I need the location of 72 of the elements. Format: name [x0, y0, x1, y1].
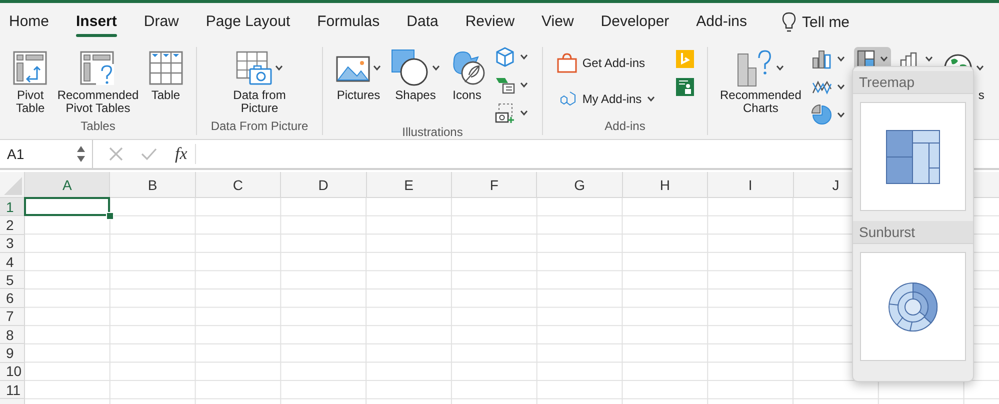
treemap-chart-icon[interactable] [886, 130, 940, 184]
ribbon-button[interactable]: Get Add-ins [553, 47, 659, 79]
bing-icon [676, 50, 694, 68]
recommended-pivot-icon [80, 51, 116, 85]
row-header[interactable]: 1 [0, 198, 24, 216]
ribbon-button[interactable]: Recommended Charts [718, 47, 804, 115]
ribbon-tab[interactable]: Data [406, 6, 438, 38]
column-header[interactable]: C [196, 172, 282, 197]
ribbon-tab[interactable]: Page Layout [206, 6, 290, 38]
row-header[interactable]: 6 [0, 289, 24, 308]
ribbon-tab[interactable]: Home [9, 6, 50, 38]
row-header[interactable]: 2 [0, 216, 24, 235]
smartart-icon [495, 76, 515, 94]
column-header[interactable]: D [281, 172, 367, 197]
column-header[interactable]: I [708, 172, 794, 197]
ribbon-button[interactable]: Pictures [334, 47, 383, 102]
table-camera-icon [236, 51, 272, 85]
group-label: Data From Picture [210, 119, 310, 135]
ribbon-tab[interactable]: Draw [144, 6, 179, 38]
shopping-bag-icon [557, 53, 578, 73]
row-header[interactable]: 8 [0, 326, 24, 344]
row-header[interactable]: 7 [0, 308, 24, 326]
row-header[interactable]: 5 [0, 271, 24, 290]
column-header[interactable]: A [25, 172, 110, 197]
ribbon-tab[interactable]: Developer [600, 6, 670, 38]
ribbon-button[interactable]: Pivot Table [11, 47, 50, 115]
sunburst-chart-icon[interactable] [888, 282, 938, 332]
group-label: Add-ins [604, 119, 646, 135]
ribbon-tab[interactable]: Insert [76, 6, 117, 38]
recommended-charts-icon [737, 48, 774, 88]
line-chart-icon [812, 78, 832, 96]
treemap-icon [857, 50, 876, 68]
tell-me-search[interactable]: Tell me [802, 14, 850, 30]
fill-handle[interactable] [106, 212, 114, 220]
column-header[interactable]: H [622, 172, 708, 197]
column-header[interactable]: B [110, 172, 196, 197]
column-header[interactable]: E [366, 172, 452, 197]
ribbon-button[interactable]: Data from Picture [231, 47, 288, 115]
row-header[interactable]: 3 [0, 234, 24, 253]
active-cell[interactable] [24, 197, 110, 216]
stepper-icon [76, 145, 86, 163]
row-header[interactable]: 11 [0, 380, 24, 400]
screenshot-icon [495, 103, 515, 123]
cube-icon [495, 47, 515, 67]
row-header[interactable]: 4 [0, 252, 24, 272]
ribbon-button[interactable]: My Add-ins [553, 83, 659, 115]
pie-chart-icon [812, 105, 832, 125]
ribbon-button[interactable]: Table [146, 47, 185, 102]
duck-leaf-icon [450, 49, 484, 87]
name-box[interactable]: A1 [0, 140, 93, 168]
ribbon-button[interactable]: Icons [448, 47, 486, 102]
ribbon-tab[interactable]: View [542, 6, 574, 38]
row-header[interactable]: 9 [0, 344, 24, 363]
ribbon-button[interactable]: Recommended Pivot Tables [55, 47, 141, 115]
shapes-icon [391, 49, 429, 87]
group-label: Tables [80, 119, 116, 135]
table-icon [148, 51, 183, 85]
insert-function-button[interactable]: fx [175, 144, 196, 164]
ribbon-tab[interactable]: Formulas [317, 6, 380, 38]
ribbon-button[interactable]: Shapes [389, 47, 442, 102]
row-header[interactable]: 10 [0, 362, 24, 381]
menu-section-header: Treemap [853, 71, 973, 94]
column-header[interactable]: G [537, 172, 623, 197]
lightbulb-icon [782, 12, 796, 32]
column-chart-icon [812, 49, 832, 69]
group-label: Illustrations [401, 125, 464, 139]
ribbon-tab[interactable]: Add-ins [696, 6, 748, 38]
people-graph-icon [676, 78, 694, 96]
column-header[interactable]: F [452, 172, 538, 197]
pivot-table-icon [13, 51, 48, 85]
menu-section-header: Sunburst [853, 221, 973, 244]
ribbon-tab[interactable]: Review [465, 6, 515, 38]
